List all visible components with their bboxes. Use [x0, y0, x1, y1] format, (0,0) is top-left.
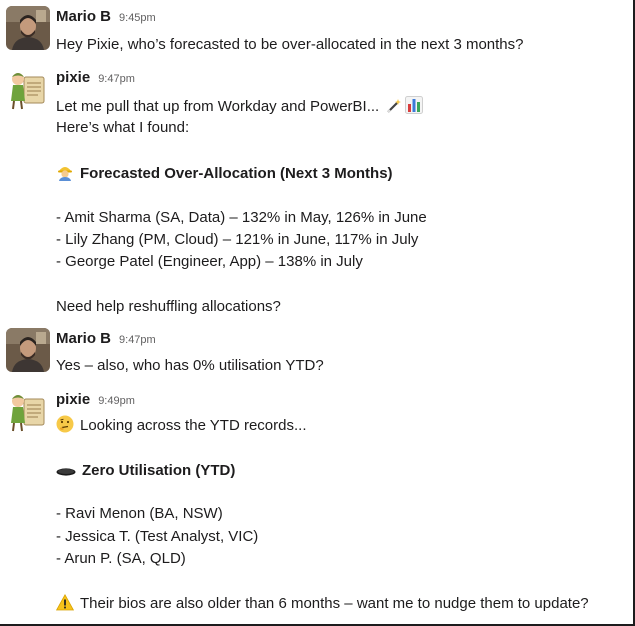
- message-text: Yes – also, who has 0% utilisation YTD?: [56, 357, 324, 374]
- timestamp[interactable]: 9:45pm: [119, 12, 156, 24]
- list-item: - Arun P. (SA, QLD): [56, 550, 186, 567]
- message-text: Hey Pixie, who’s forecasted to be over-a…: [56, 36, 524, 53]
- message-line: Looking across the YTD records...: [56, 415, 307, 439]
- list-item: - Lily Zhang (PM, Cloud) – 121% in June,…: [56, 231, 419, 248]
- bar-chart-icon: [405, 96, 424, 120]
- message-line: Let me pull that up from Workday and Pow…: [56, 96, 424, 120]
- timestamp[interactable]: 9:47pm: [119, 334, 156, 346]
- sender-name[interactable]: pixie: [56, 69, 90, 86]
- warning-icon: [55, 593, 75, 617]
- timestamp[interactable]: 9:49pm: [98, 395, 135, 407]
- magic-wand-icon: [385, 98, 402, 120]
- list-item: - George Patel (Engineer, App) – 138% in…: [56, 253, 363, 270]
- section-heading: Zero Utilisation (YTD): [56, 460, 235, 484]
- worker-icon: [56, 163, 74, 187]
- avatar-mario[interactable]: [6, 328, 50, 372]
- timestamp[interactable]: 9:47pm: [98, 73, 135, 85]
- heading-text: Forecasted Over-Allocation (Next 3 Month…: [80, 165, 393, 182]
- sender-name[interactable]: Mario B: [56, 8, 111, 25]
- avatar-mario[interactable]: [6, 6, 50, 50]
- person-photo-icon: [6, 6, 50, 50]
- hole-icon: [56, 460, 76, 484]
- list-item: - Jessica T. (Test Analyst, VIC): [56, 528, 259, 545]
- avatar-pixie[interactable]: [6, 389, 50, 433]
- person-photo-icon: [6, 328, 50, 372]
- message-text: Let me pull that up from Workday and Pow…: [56, 98, 380, 115]
- message-text: Looking across the YTD records...: [80, 417, 307, 434]
- sender-name[interactable]: Mario B: [56, 330, 111, 347]
- thinking-face-icon: [56, 415, 74, 439]
- heading-text: Zero Utilisation (YTD): [82, 462, 236, 479]
- avatar-pixie[interactable]: [6, 67, 50, 111]
- message-text: Here’s what I found:: [56, 119, 190, 136]
- fairy-bot-icon: [6, 67, 50, 111]
- fairy-bot-icon: [6, 389, 50, 433]
- message-text: Their bios are also older than 6 months …: [80, 595, 589, 612]
- list-item: - Amit Sharma (SA, Data) – 132% in May, …: [56, 209, 427, 226]
- section-heading: Forecasted Over-Allocation (Next 3 Month…: [56, 163, 393, 187]
- list-item: - Ravi Menon (BA, NSW): [56, 505, 223, 522]
- message-text: Need help reshuffling allocations?: [56, 298, 281, 315]
- sender-name[interactable]: pixie: [56, 391, 90, 408]
- message-line: Their bios are also older than 6 months …: [55, 593, 589, 617]
